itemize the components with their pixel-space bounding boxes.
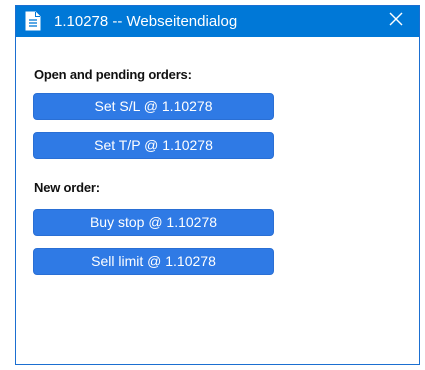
dialog-window: 1.10278 -- Webseitendialog Open and pend… xyxy=(15,5,420,365)
title-bar[interactable]: 1.10278 -- Webseitendialog xyxy=(16,6,419,37)
close-button[interactable] xyxy=(373,6,419,37)
close-icon xyxy=(389,12,403,31)
new-order-heading: New order: xyxy=(34,180,100,195)
buy-stop-button[interactable]: Buy stop @ 1.10278 xyxy=(33,209,274,236)
sell-limit-button[interactable]: Sell limit @ 1.10278 xyxy=(33,248,274,275)
set-sl-button[interactable]: Set S/L @ 1.10278 xyxy=(33,93,274,120)
document-icon xyxy=(25,11,41,31)
set-tp-button[interactable]: Set T/P @ 1.10278 xyxy=(33,132,274,159)
open-orders-heading: Open and pending orders: xyxy=(34,67,192,82)
window-title: 1.10278 -- Webseitendialog xyxy=(54,13,238,30)
